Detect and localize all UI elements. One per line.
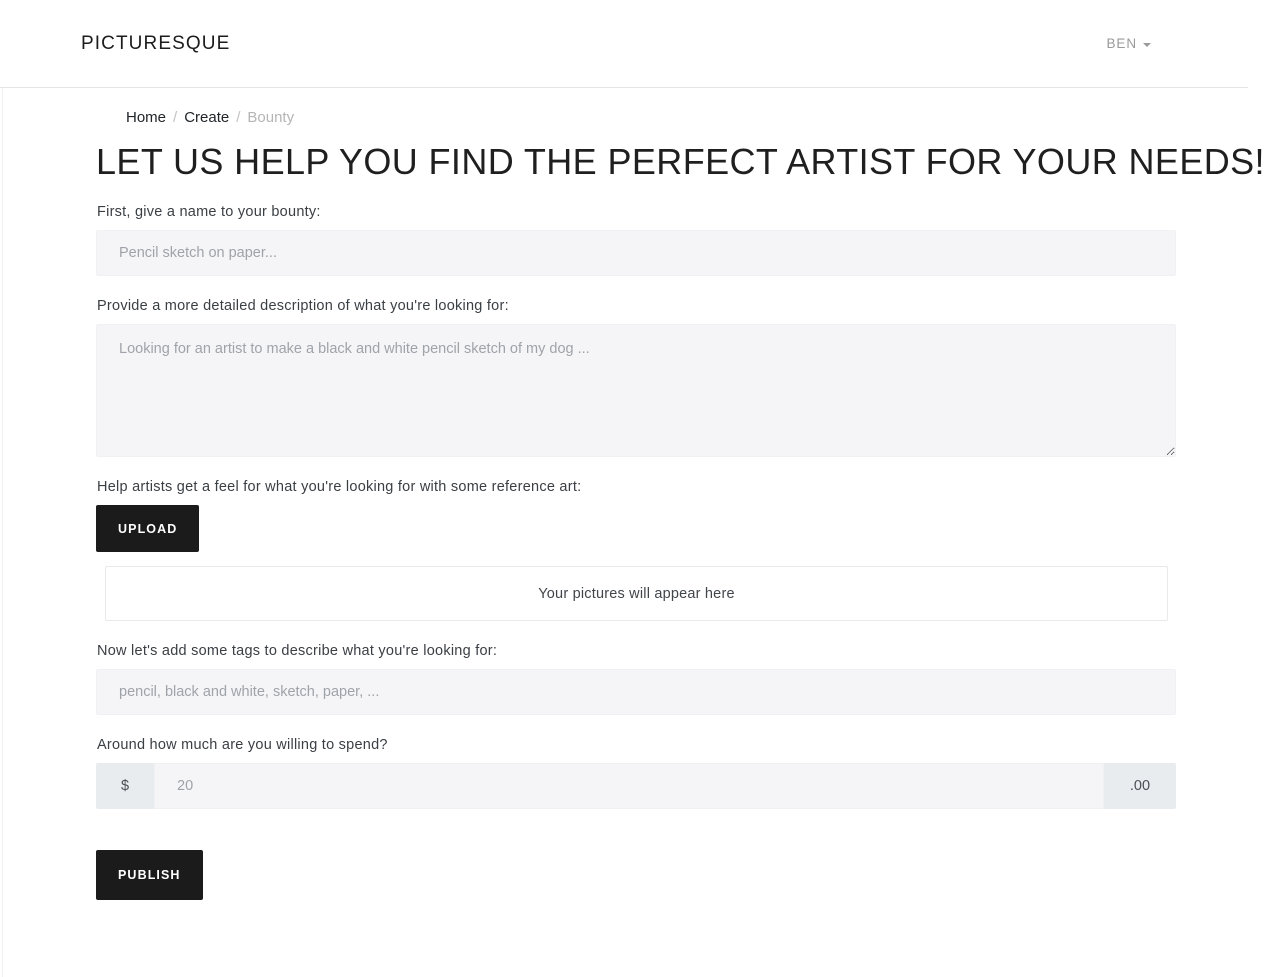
bounty-price-field-group: Around how much are you willing to spend…	[96, 737, 1176, 810]
reference-art-field-group: Help artists get a feel for what you're …	[96, 479, 1176, 622]
reference-art-label: Help artists get a feel for what you're …	[97, 479, 582, 496]
upload-button[interactable]: UPLOAD	[96, 505, 200, 553]
bounty-price-input[interactable]	[154, 763, 1104, 810]
user-menu-button[interactable]: BEN	[1107, 36, 1151, 51]
bounty-description-label: Provide a more detailed description of w…	[97, 298, 509, 315]
bounty-name-field-group: First, give a name to your bounty:	[96, 204, 1176, 277]
breadcrumb: Home / Create / Bounty	[126, 104, 1176, 125]
bounty-tags-input[interactable]	[96, 669, 1176, 716]
breadcrumb-item-create[interactable]: Create	[184, 110, 229, 125]
navbar-right-group: BEN	[1107, 36, 1151, 51]
chevron-down-icon	[1143, 42, 1151, 47]
picture-dropzone-text: Your pictures will appear here	[538, 585, 735, 602]
page-title: LET US HELP YOU FIND THE PERFECT ARTIST …	[96, 141, 1264, 182]
brand-logo[interactable]: PICTURESQUE	[81, 33, 230, 55]
publish-button[interactable]: PUBLISH	[96, 850, 203, 901]
currency-prefix-addon: $	[96, 763, 154, 810]
picture-dropzone[interactable]: Your pictures will appear here	[105, 566, 1168, 622]
bounty-price-label: Around how much are you willing to spend…	[97, 737, 388, 754]
bounty-tags-label: Now let's add some tags to describe what…	[97, 643, 498, 660]
price-input-group: $ .00	[96, 763, 1176, 810]
bounty-name-label: First, give a name to your bounty:	[97, 204, 321, 221]
breadcrumb-item-bounty: Bounty	[247, 109, 295, 126]
bounty-tags-field-group: Now let's add some tags to describe what…	[96, 643, 1176, 716]
breadcrumb-item-home[interactable]: Home	[126, 110, 166, 125]
bounty-description-textarea[interactable]	[96, 324, 1176, 458]
bounty-description-field-group: Provide a more detailed description of w…	[96, 298, 1176, 458]
cents-suffix-addon: .00	[1104, 763, 1176, 810]
user-menu-label: BEN	[1106, 36, 1137, 51]
top-navbar: PICTURESQUE BEN	[0, 0, 1248, 88]
breadcrumb-separator: /	[236, 109, 241, 126]
breadcrumb-separator: /	[173, 109, 178, 126]
bounty-name-input[interactable]	[96, 230, 1176, 277]
main-content: Home / Create / Bounty LET US HELP YOU F…	[0, 88, 1264, 901]
